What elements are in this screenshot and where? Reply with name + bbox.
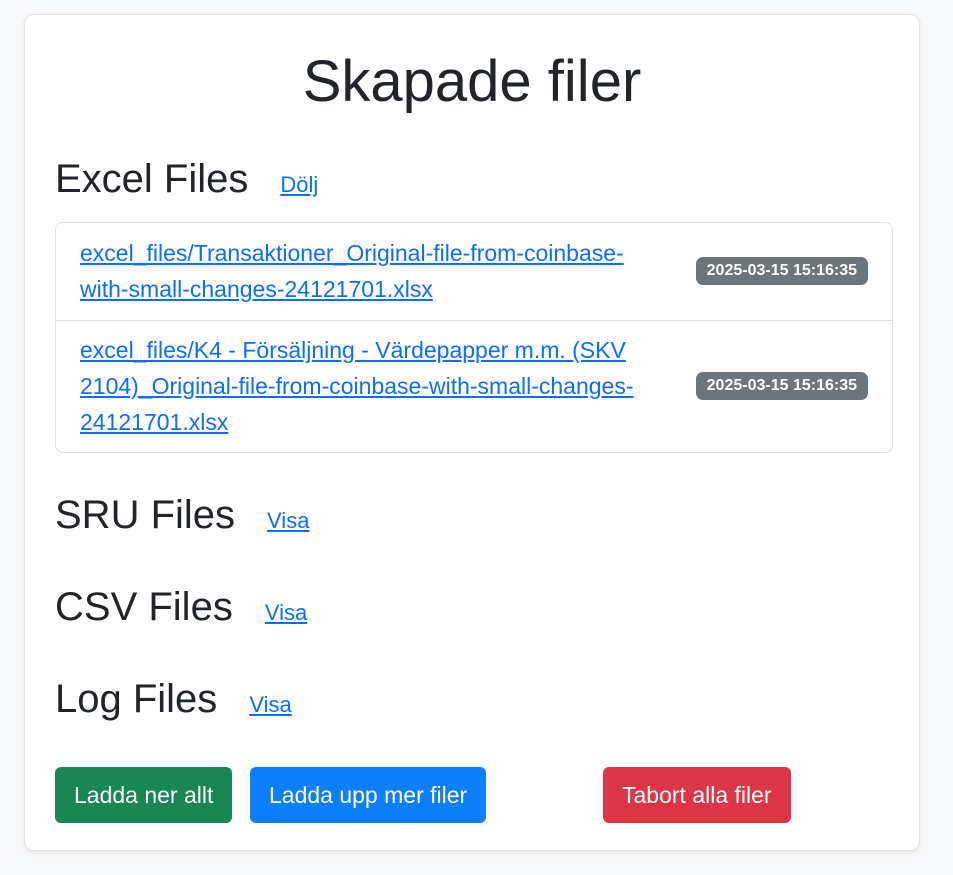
csv-section-title: CSV Files <box>55 585 233 629</box>
file-link[interactable]: excel_files/Transaktioner_Original-file-… <box>80 235 655 307</box>
timestamp-badge: 2025-03-15 15:16:35 <box>695 257 868 285</box>
excel-section-title: Excel Files <box>55 157 249 201</box>
file-row: excel_files/Transaktioner_Original-file-… <box>56 223 892 320</box>
sru-toggle-link[interactable]: Visa <box>267 508 309 534</box>
excel-file-list: excel_files/Transaktioner_Original-file-… <box>55 222 893 453</box>
excel-toggle-link[interactable]: Dölj <box>280 172 318 198</box>
log-section-header: Log Files Visa <box>55 675 292 723</box>
csv-toggle-link[interactable]: Visa <box>265 600 307 626</box>
sru-section-header: SRU Files Visa <box>55 491 309 539</box>
timestamp-badge: 2025-03-15 15:16:35 <box>695 372 868 400</box>
excel-section-header: Excel Files Dölj <box>55 155 318 203</box>
delete-all-button[interactable]: Tabort alla filer <box>603 767 791 823</box>
csv-section-header: CSV Files Visa <box>55 583 307 631</box>
download-all-button[interactable]: Ladda ner allt <box>55 767 233 823</box>
log-section-title: Log Files <box>55 677 218 721</box>
log-toggle-link[interactable]: Visa <box>249 692 291 718</box>
page-title: Skapade filer <box>302 49 642 114</box>
upload-more-button[interactable]: Ladda upp mer filer <box>250 767 487 823</box>
file-link[interactable]: excel_files/K4 - Försäljning - Värdepapp… <box>80 332 655 440</box>
files-card: Skapade filer Excel Files Dölj excel_fil… <box>24 14 920 851</box>
sru-section-title: SRU Files <box>55 493 236 537</box>
file-row: excel_files/K4 - Försäljning - Värdepapp… <box>56 320 892 452</box>
